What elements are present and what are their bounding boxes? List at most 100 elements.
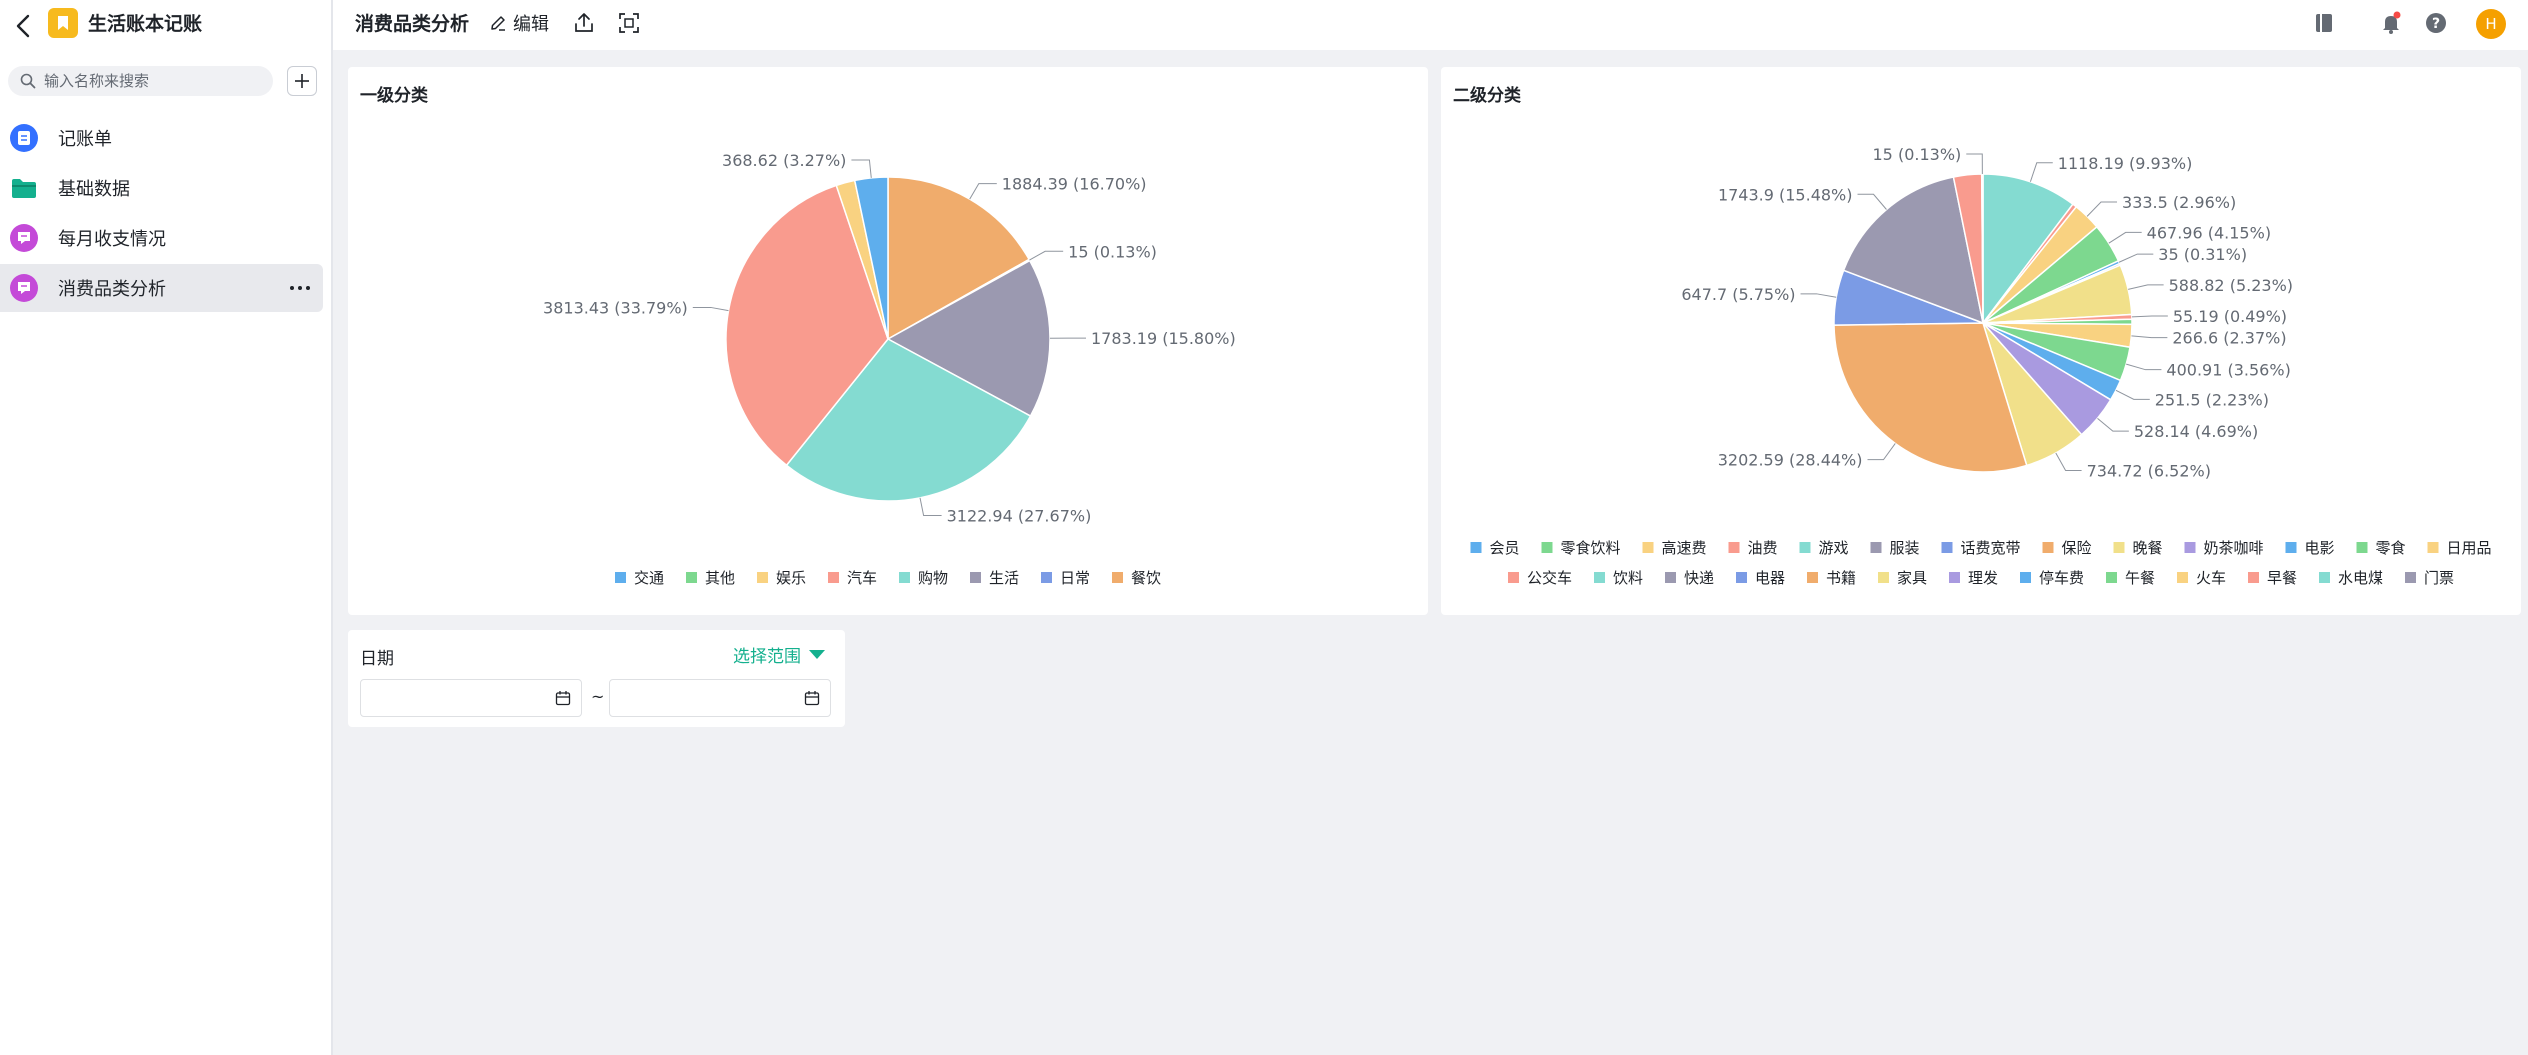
pie-slices — [1833, 173, 2133, 473]
page-title: 消费品类分析 — [355, 13, 470, 35]
slice-label: 15 (0.13%) — [1068, 242, 1157, 261]
user-avatar[interactable]: H — [2476, 9, 2506, 39]
sidebar-item-monthly[interactable]: 每月收支情况 — [0, 214, 323, 262]
label-leader-line — [2029, 162, 2053, 182]
legend-item[interactable]: 其他 — [686, 569, 735, 587]
folder-icon — [10, 174, 38, 202]
legend-item[interactable]: 话费宽带 — [1941, 539, 2021, 557]
legend-item[interactable]: 游戏 — [1799, 539, 1849, 557]
notebook-icon[interactable] — [2311, 10, 2337, 36]
sidebar-item-base-data[interactable]: 基础数据 — [0, 164, 323, 212]
sidebar-item-category-analysis[interactable]: 消费品类分析 — [0, 264, 323, 312]
legend-item[interactable]: 饮料 — [1594, 569, 1643, 587]
label-leader-line — [919, 497, 942, 516]
legend-swatch — [2020, 572, 2031, 583]
legend-item[interactable]: 娱乐 — [757, 569, 806, 587]
bell-icon[interactable] — [2378, 10, 2404, 36]
legend-label: 理发 — [1968, 569, 1998, 587]
legend-item[interactable]: 油费 — [1728, 539, 1778, 557]
legend-label: 晚餐 — [2133, 539, 2163, 557]
edit-label: 编辑 — [513, 14, 549, 35]
legend-label: 门票 — [2424, 569, 2454, 587]
label-leader-line — [1966, 153, 1983, 175]
legend-swatch — [1728, 542, 1740, 553]
legend-item[interactable]: 理发 — [1949, 569, 1998, 587]
search-input[interactable] — [42, 71, 266, 91]
date-filter-label: 日期 — [360, 649, 394, 669]
legend-item[interactable]: 家具 — [1878, 569, 1927, 587]
legend-swatch — [1736, 572, 1747, 583]
end-date-input[interactable] — [609, 679, 831, 717]
slice-label: 1783.19 (15.80%) — [1091, 329, 1236, 348]
legend-item[interactable]: 奶茶咖啡 — [2184, 539, 2264, 557]
legend-item[interactable]: 电器 — [1736, 569, 1785, 587]
legend-label: 会员 — [1490, 539, 1520, 557]
legend-item[interactable]: 餐饮 — [1112, 569, 1161, 587]
start-date-input[interactable] — [360, 679, 582, 717]
slice-label: 251.5 (2.23%) — [2155, 390, 2269, 409]
legend-item[interactable]: 生活 — [970, 569, 1019, 587]
legend-swatch — [1112, 572, 1123, 583]
legend-label: 高速费 — [1662, 539, 1707, 557]
share-icon[interactable] — [571, 10, 597, 36]
range-select[interactable]: 选择范围 — [733, 642, 825, 667]
pie-chart-primary: 1884.39 (16.70%) 15 (0.13%) 1783.19 (15.80… — [543, 151, 1236, 587]
legend-label: 其他 — [705, 569, 735, 587]
legend-item[interactable]: 服装 — [1870, 539, 1920, 557]
more-icon[interactable] — [287, 276, 313, 300]
legend-item[interactable]: 火车 — [2177, 569, 2226, 587]
legend-item[interactable]: 停车费 — [2020, 569, 2084, 587]
legend-item[interactable]: 高速费 — [1642, 539, 1707, 557]
legend-swatch — [1949, 572, 1960, 583]
label-leader-line — [2128, 284, 2164, 290]
search-box[interactable] — [8, 66, 273, 96]
edit-button[interactable]: 编辑 — [489, 9, 549, 37]
legend-item[interactable]: 汽车 — [828, 569, 877, 587]
add-button[interactable] — [287, 66, 317, 96]
calendar-icon — [804, 691, 820, 706]
legend-item[interactable]: 水电煤 — [2319, 569, 2383, 587]
date-range-separator: ~ — [591, 687, 605, 706]
slice-label: 35 (0.31%) — [2158, 245, 2247, 264]
legend-item[interactable]: 交通 — [615, 569, 664, 587]
top-bar: 消费品类分析 编辑 ? H — [333, 0, 2528, 50]
help-icon[interactable]: ? — [2423, 10, 2449, 36]
legend-item[interactable]: 书籍 — [1807, 569, 1856, 587]
fullscreen-icon[interactable] — [616, 10, 642, 36]
legend-swatch — [2184, 542, 2196, 553]
legend-item[interactable]: 快递 — [1665, 569, 1714, 587]
legend-label: 日用品 — [2447, 539, 2492, 557]
dashboard-icon — [10, 224, 38, 252]
legend-item[interactable]: 日用品 — [2427, 539, 2492, 557]
label-leader-line — [969, 183, 997, 200]
legend-item[interactable]: 公交车 — [1508, 569, 1572, 587]
slice-label: 15 (0.13%) — [1873, 145, 1962, 164]
back-arrow-icon[interactable] — [8, 10, 40, 42]
legend-label: 停车费 — [2039, 569, 2084, 587]
legend-swatch — [1941, 542, 1953, 553]
legend-item[interactable]: 晚餐 — [2113, 539, 2163, 557]
legend-item[interactable]: 电影 — [2285, 539, 2335, 557]
label-leader-line — [2108, 231, 2142, 244]
legend-swatch — [2106, 572, 2117, 583]
legend-label: 购物 — [918, 569, 948, 587]
legend-swatch — [1799, 542, 1811, 553]
legend-item[interactable]: 早餐 — [2248, 569, 2297, 587]
legend-label: 饮料 — [1613, 569, 1643, 587]
legend-item[interactable]: 会员 — [1470, 539, 1520, 557]
legend-item[interactable]: 零食 — [2356, 539, 2406, 557]
label-leader-line — [2097, 417, 2129, 432]
legend-item[interactable]: 购物 — [899, 569, 948, 587]
legend-swatch — [2113, 542, 2125, 553]
legend-item[interactable]: 日常 — [1041, 569, 1090, 587]
legend-item[interactable]: 门票 — [2405, 569, 2454, 587]
legend-label: 电器 — [1755, 569, 1785, 587]
sidebar-item-records[interactable]: 记账单 — [0, 114, 323, 162]
legend-label: 餐饮 — [1131, 569, 1161, 587]
legend-swatch — [1878, 572, 1889, 583]
legend-item[interactable]: 保险 — [2042, 539, 2092, 557]
legend-item[interactable]: 零食饮料 — [1541, 539, 1621, 557]
legend-swatch — [1041, 572, 1052, 583]
slice-label: 1118.19 (9.93%) — [2058, 154, 2193, 173]
legend-item[interactable]: 午餐 — [2106, 569, 2155, 587]
